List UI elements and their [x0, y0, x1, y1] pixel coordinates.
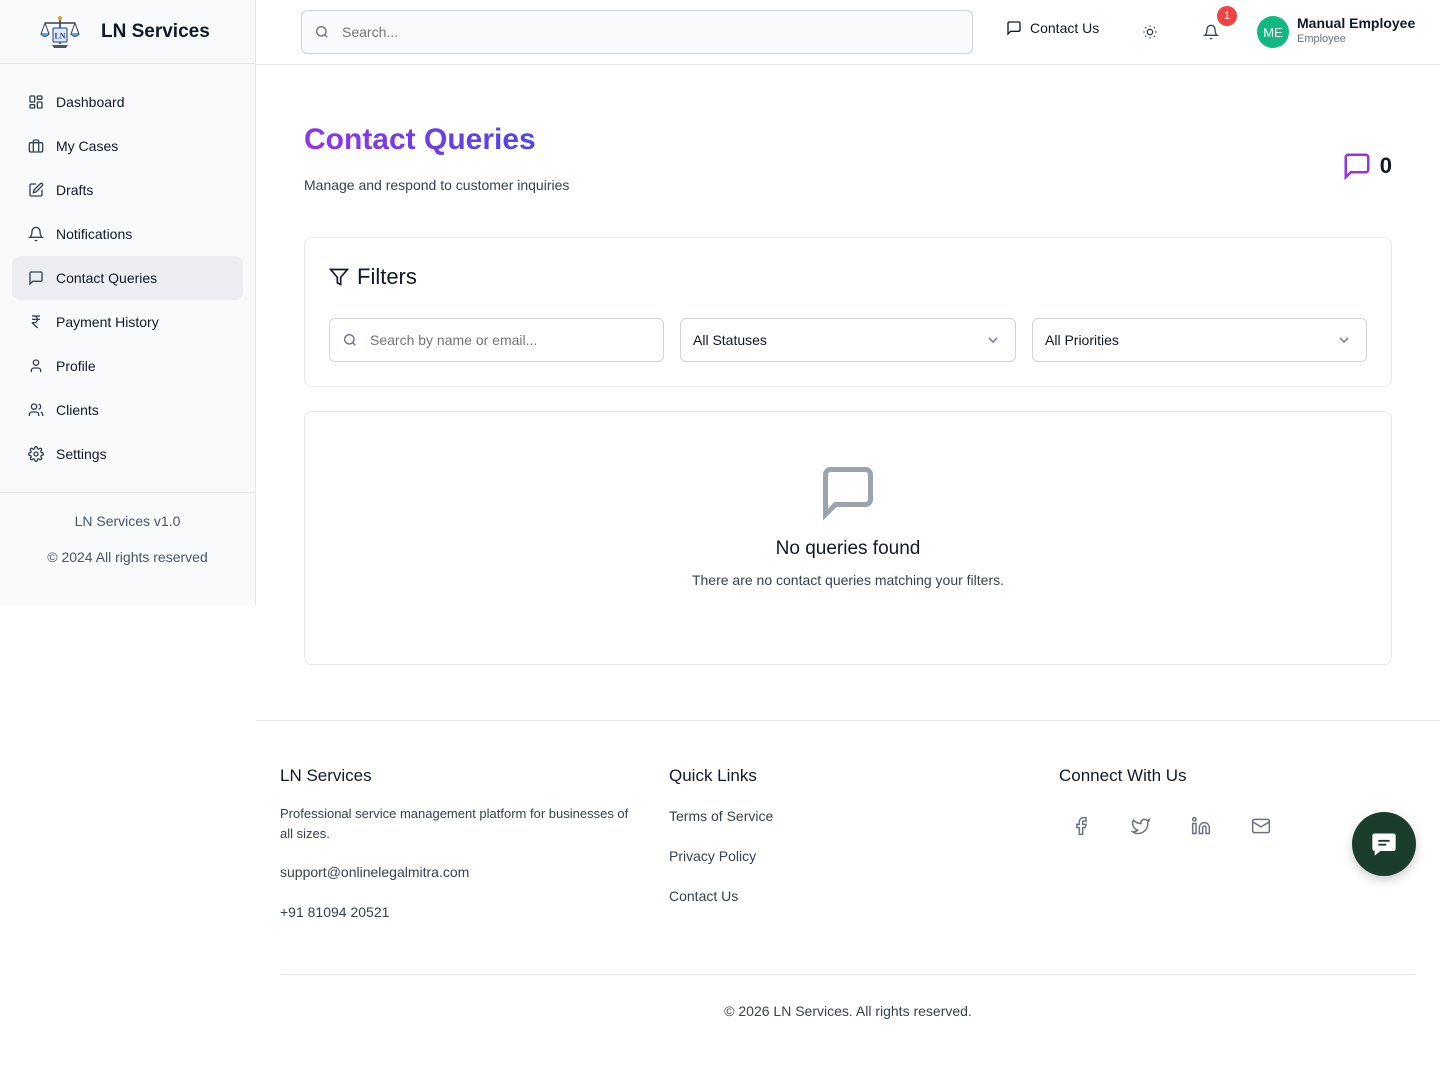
topbar: Contact Us 1 ME Manual Employee Employee	[256, 0, 1440, 65]
filters-heading: Filters	[329, 264, 417, 290]
bell-icon[interactable]	[1203, 24, 1219, 40]
search-input[interactable]	[342, 24, 942, 40]
sidebar-item-label: Settings	[56, 446, 107, 462]
query-count: 0	[1342, 151, 1392, 181]
user-info[interactable]: Manual Employee Employee	[1297, 15, 1415, 45]
bell-icon	[28, 226, 44, 242]
empty-state-title: No queries found	[775, 538, 921, 559]
sidebar: LN LN Services Dashboard My Cases Drafts…	[0, 0, 256, 605]
brand[interactable]: LN LN Services	[0, 0, 255, 64]
filter-search[interactable]	[329, 318, 664, 362]
sidebar-item-payment-history[interactable]: Payment History	[12, 300, 243, 344]
sidebar-copyright: © 2024 All rights reserved	[47, 549, 208, 565]
footer-copyright: © 2026 LN Services. All rights reserved.	[724, 1003, 972, 1019]
filters-title: Filters	[357, 264, 417, 289]
user-name: Manual Employee	[1297, 15, 1416, 31]
sidebar-item-settings[interactable]: Settings	[12, 432, 243, 476]
sidebar-item-label: Contact Queries	[56, 270, 158, 286]
sidebar-footer: LN Services v1.0 © 2024 All rights reser…	[0, 513, 255, 565]
mail-icon[interactable]	[1251, 816, 1271, 836]
footer-link-privacy[interactable]: Privacy Policy	[669, 848, 773, 864]
search-icon	[316, 26, 328, 38]
footer-about: LN Services Professional service managem…	[280, 766, 635, 922]
priority-select-value: All Priorities	[1045, 332, 1119, 348]
sidebar-item-contact-queries[interactable]: Contact Queries	[12, 256, 243, 300]
footer-link-contact[interactable]: Contact Us	[669, 888, 773, 904]
page-subtitle: Manage and respond to customer inquiries	[304, 177, 570, 193]
footer-about-title: LN Services	[280, 766, 372, 785]
sidebar-item-dashboard[interactable]: Dashboard	[12, 80, 243, 124]
sidebar-item-clients[interactable]: Clients	[12, 388, 243, 432]
global-search[interactable]	[301, 10, 973, 54]
empty-state-card: No queries found There are no contact qu…	[304, 411, 1392, 665]
sidebar-item-profile[interactable]: Profile	[12, 344, 243, 388]
sidebar-item-label: My Cases	[56, 138, 119, 154]
footer-connect-title: Connect With Us	[1059, 766, 1187, 785]
rupee-icon	[31, 315, 40, 329]
gear-icon	[28, 446, 44, 462]
empty-state-description: There are no contact queries matching yo…	[691, 572, 1005, 588]
social-links	[1059, 816, 1299, 836]
message-square-icon	[1344, 153, 1370, 181]
status-select-value: All Statuses	[693, 332, 767, 348]
edit-icon	[29, 182, 44, 197]
footer: LN Services Professional service managem…	[256, 720, 1440, 1079]
twitter-icon[interactable]	[1131, 816, 1151, 836]
footer-link-terms[interactable]: Terms of Service	[669, 808, 773, 824]
footer-about-description: Professional service management platform…	[280, 806, 629, 841]
footer-email[interactable]: support@onlinelegalmitra.com	[280, 862, 635, 882]
sun-icon[interactable]	[1142, 24, 1158, 40]
sidebar-item-my-cases[interactable]: My Cases	[12, 124, 243, 168]
linkedin-icon[interactable]	[1191, 816, 1211, 836]
sidebar-item-label: Drafts	[56, 182, 94, 198]
chat-bubble-icon	[1372, 833, 1396, 856]
notification-badge: 1	[1217, 6, 1237, 26]
footer-divider	[280, 974, 1416, 975]
sidebar-item-label: Clients	[56, 402, 99, 418]
user-icon	[30, 359, 42, 372]
sidebar-item-drafts[interactable]: Drafts	[12, 168, 243, 212]
sidebar-item-label: Notifications	[56, 226, 133, 242]
message-square-icon	[1007, 21, 1021, 36]
filter-search-input[interactable]	[370, 332, 650, 348]
filter-icon	[329, 268, 349, 286]
svg-text:LN: LN	[54, 31, 65, 40]
dashboard-icon	[29, 95, 43, 109]
page-title: Contact Queries	[304, 123, 536, 156]
message-square-icon	[823, 467, 873, 521]
avatar[interactable]: ME	[1257, 16, 1289, 48]
user-role: Employee	[1297, 33, 1346, 45]
briefcase-icon	[28, 139, 44, 153]
sidebar-item-label: Dashboard	[56, 94, 125, 110]
chevron-down-icon	[988, 337, 998, 343]
sidebar-item-notifications[interactable]: Notifications	[12, 212, 243, 256]
filters-card: Filters All Statuses All Priorities	[304, 237, 1392, 387]
sidebar-nav: Dashboard My Cases Drafts Notifications …	[0, 64, 255, 493]
scales-logo-icon: LN	[40, 15, 80, 48]
contact-us-label: Contact Us	[1030, 20, 1100, 36]
facebook-icon[interactable]	[1071, 816, 1091, 836]
footer-connect: Connect With Us	[1059, 766, 1299, 836]
priority-select[interactable]: All Priorities	[1032, 318, 1367, 362]
footer-quick-links-title: Quick Links	[669, 766, 757, 785]
search-icon	[344, 334, 356, 346]
users-icon	[28, 403, 44, 416]
query-count-value: 0	[1379, 153, 1392, 178]
app-version: LN Services v1.0	[74, 513, 181, 529]
footer-phone[interactable]: +91 81094 20521	[280, 902, 635, 922]
brand-name: LN Services	[101, 20, 210, 42]
status-select[interactable]: All Statuses	[680, 318, 1016, 362]
chat-button[interactable]	[1352, 812, 1416, 876]
sidebar-item-label: Profile	[56, 358, 96, 374]
sidebar-item-label: Payment History	[56, 314, 159, 330]
footer-quick-links: Quick Links Terms of Service Privacy Pol…	[669, 766, 773, 904]
contact-us-button[interactable]: Contact Us	[1006, 20, 1099, 36]
chevron-down-icon	[1339, 337, 1349, 343]
message-square-icon	[29, 271, 43, 286]
